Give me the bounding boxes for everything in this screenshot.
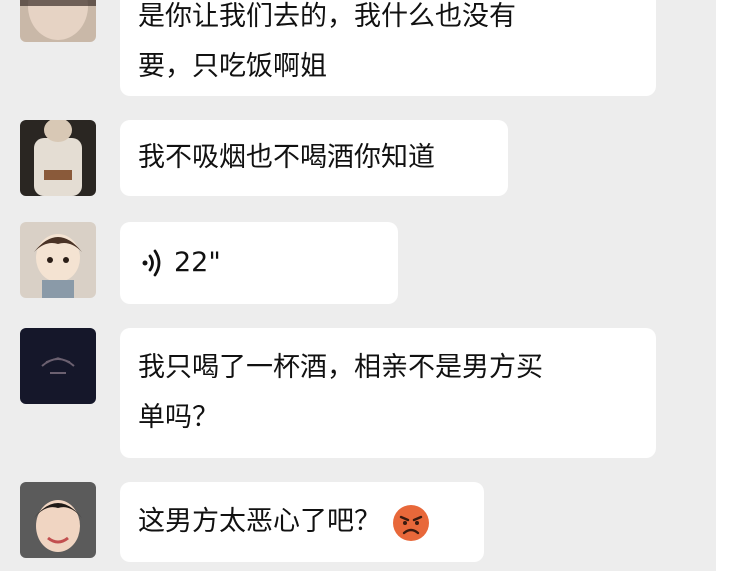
message-bubble[interactable]: 这男方太恶心了吧？ — [120, 482, 484, 562]
angry-face-emoji — [393, 504, 429, 541]
voice-duration: 22" — [174, 247, 221, 278]
voice-wave-icon — [142, 249, 161, 277]
message-text-line: 是你让我们去的，我什么也没有 — [138, 1, 516, 32]
avatar[interactable] — [20, 0, 96, 42]
avatar[interactable] — [20, 328, 96, 404]
message-text-line: 要，只吃饭啊姐 — [138, 51, 327, 82]
message-bubble[interactable]: 是你让我们去的，我什么也没有 要，只吃饭啊姐 — [120, 0, 656, 96]
voice-message-bubble[interactable]: 22" — [120, 222, 398, 304]
message-text: 这男方太恶心了吧？ — [138, 506, 381, 537]
avatar[interactable] — [20, 120, 96, 196]
avatar[interactable] — [20, 222, 96, 298]
message-text-line: 单吗？ — [138, 402, 219, 433]
message-bubble[interactable]: 我不吸烟也不喝酒你知道 — [120, 120, 508, 196]
message-text: 我不吸烟也不喝酒你知道 — [138, 142, 435, 173]
message-text-line: 我只喝了一杯酒，相亲不是男方买 — [138, 352, 543, 383]
avatar[interactable] — [20, 482, 96, 558]
chat-message-list[interactable]: 是你让我们去的，我什么也没有 要，只吃饭啊姐 我不吸烟也不喝酒你知道 22" 我… — [0, 0, 716, 571]
message-bubble[interactable]: 我只喝了一杯酒，相亲不是男方买 单吗？ — [120, 328, 656, 458]
